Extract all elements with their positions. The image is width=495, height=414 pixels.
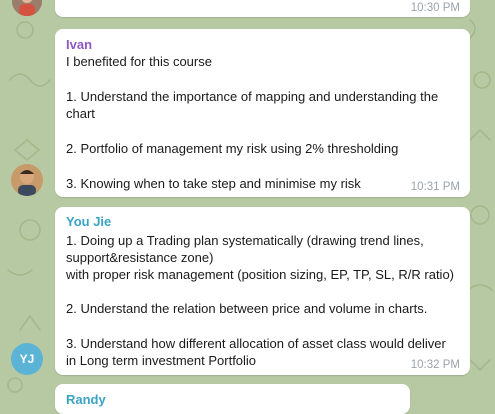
- message-time: 10:32 PM: [410, 359, 460, 371]
- avatar-initials: YJ: [19, 352, 35, 366]
- message-text-line: 3. Understand how different allocation o…: [66, 336, 446, 351]
- message-text-line: chart: [66, 106, 95, 121]
- message-time: 10:30 PM: [410, 2, 460, 14]
- message-text-line: 3. Knowing when to take step and minimis…: [66, 176, 361, 191]
- message-bubble[interactable]: 10:30 PM: [55, 0, 470, 17]
- message-text-line: in Long term investment Portfolio: [66, 353, 257, 368]
- message-text-line: 2. Portfolio of management my risk using…: [66, 141, 399, 156]
- message-text-line: 1. Doing up a Trading plan systematicall…: [66, 233, 424, 248]
- message-bubble[interactable]: You Jie 1. Doing up a Trading plan syste…: [55, 207, 470, 375]
- message-bubble[interactable]: Ivan I benefited for this course 1. Unde…: [55, 29, 470, 197]
- message-bubble[interactable]: Randy: [55, 384, 410, 414]
- sender-name[interactable]: Ivan: [66, 37, 92, 52]
- message-text-line: support&resistance zone): [66, 250, 214, 265]
- message-time: 10:31 PM: [410, 181, 460, 193]
- sender-name[interactable]: You Jie: [66, 214, 111, 229]
- message-text-line: 2. Understand the relation between price…: [66, 301, 428, 316]
- message-text-line: 1. Understand the importance of mapping …: [66, 89, 439, 104]
- message-text-line: I benefited for this course: [66, 54, 212, 69]
- initials-avatar[interactable]: YJ: [11, 343, 43, 375]
- message-text-line: with proper risk management (position si…: [66, 267, 455, 282]
- user-photo-avatar-icon[interactable]: [11, 164, 43, 196]
